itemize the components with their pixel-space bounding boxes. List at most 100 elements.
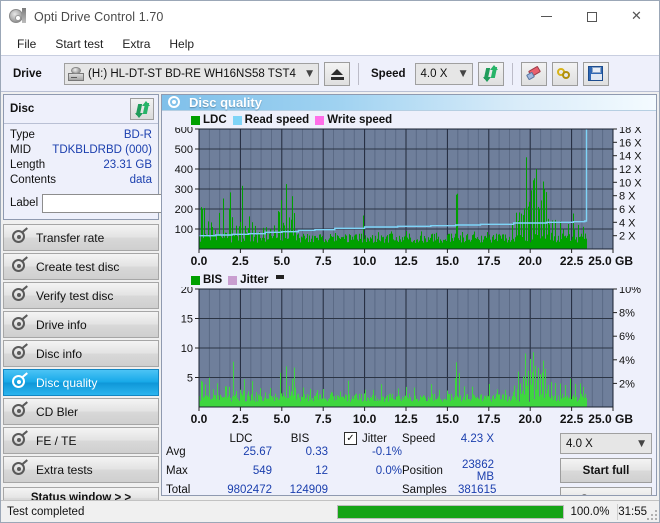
nav-list: Transfer rate Create test disc Verify te…: [3, 224, 159, 483]
sidebar-label: Drive info: [36, 317, 87, 332]
sidebar-item-fe-te[interactable]: FE / TE: [3, 427, 159, 454]
chain-icon: [556, 67, 573, 81]
toolbar-separator: [511, 62, 513, 85]
chain-button[interactable]: [551, 61, 578, 86]
toolbar-separator: [358, 62, 359, 85]
resize-grip[interactable]: [647, 510, 657, 520]
sidebar-label: Disc quality: [36, 375, 98, 390]
svg-text:2%: 2%: [619, 378, 635, 390]
svg-text:22.5: 22.5: [560, 254, 584, 268]
svg-text:4 X: 4 X: [619, 217, 636, 229]
sidebar-item-create-test-disc[interactable]: Create test disc: [3, 253, 159, 280]
status-bar: Test completed 100.0% 31:55: [1, 500, 659, 522]
stats-header-bis: BIS: [290, 432, 310, 445]
title-bar: Opti Drive Control 1.70 ✕: [1, 1, 659, 32]
svg-text:25.0 GB: 25.0 GB: [588, 412, 633, 426]
menu-item-file[interactable]: File: [8, 34, 45, 54]
chevron-down-icon: ▼: [459, 68, 467, 79]
svg-text:17.5: 17.5: [477, 254, 501, 268]
legend-swatch-bis: [191, 275, 200, 285]
toolbar: Drive (H:) HL-DT-ST BD-RE WH16NS58 TST4 …: [1, 55, 659, 92]
svg-text:2 X: 2 X: [619, 231, 636, 243]
disc-refresh-button[interactable]: [130, 98, 154, 120]
svg-text:0.0: 0.0: [191, 412, 208, 426]
stats-max-bis: 12: [315, 465, 328, 477]
svg-text:500: 500: [175, 144, 193, 156]
sidebar-item-transfer-rate[interactable]: Transfer rate: [3, 224, 159, 251]
maximize-button[interactable]: [569, 1, 614, 32]
svg-text:20.0: 20.0: [519, 254, 543, 268]
minimize-button[interactable]: [524, 1, 569, 32]
stats-avg-ldc: 25.67: [243, 446, 272, 458]
stats-max-jitter: 0.0%: [375, 465, 402, 477]
legend-item-jitter: Jitter: [228, 274, 268, 286]
disc-key-length: Length: [10, 159, 46, 171]
sidebar-item-drive-info[interactable]: Drive info: [3, 311, 159, 338]
test-speed-value: 4.0 X: [566, 437, 593, 450]
svg-text:14 X: 14 X: [619, 151, 642, 163]
sidebar-item-cd-bler[interactable]: CD Bler: [3, 398, 159, 425]
sidebar-item-disc-quality[interactable]: Disc quality: [3, 369, 159, 396]
main-panel: Disc quality LDC Read speed Write speed …: [161, 94, 657, 496]
disc-value-length: 23.31 GB: [103, 159, 152, 171]
stats-samples-value: 381615: [458, 484, 497, 496]
speed-select-value: 4.0 X: [420, 67, 448, 80]
start-full-button[interactable]: Start full: [560, 458, 652, 483]
close-button[interactable]: ✕: [614, 1, 659, 32]
svg-text:10.0: 10.0: [353, 412, 377, 426]
stats-position-value: 23862 MB: [462, 459, 494, 483]
svg-text:20: 20: [181, 287, 193, 296]
svg-text:0.0: 0.0: [191, 254, 208, 268]
progress-percent: 100.0%: [570, 505, 610, 518]
refresh-button[interactable]: [477, 61, 504, 86]
progress-bar: [336, 504, 564, 519]
menu-bar: File Start test Extra Help: [1, 32, 659, 55]
menu-item-help[interactable]: Help: [160, 34, 203, 54]
stats-speed-value: 4.23 X: [460, 432, 494, 445]
stats-speed-key: Speed: [402, 432, 436, 445]
svg-text:6%: 6%: [619, 331, 635, 343]
svg-text:400: 400: [175, 164, 193, 176]
drive-label: Drive: [13, 67, 42, 80]
disc-key-contents: Contents: [10, 174, 57, 186]
eject-button[interactable]: [324, 61, 350, 86]
svg-text:600: 600: [175, 127, 193, 136]
sidebar-item-extra-tests[interactable]: Extra tests: [3, 456, 159, 483]
test-speed-select[interactable]: 4.0 X ▼: [560, 433, 652, 454]
jitter-checkbox[interactable]: ✓: [344, 432, 357, 445]
stats-row-key-avg: Avg: [166, 446, 186, 458]
refresh-icon: [134, 100, 150, 118]
disc-test-icon: [12, 343, 28, 361]
bis-chart: 5 10 15 20 2% 4% 6% 8% 10% 0.0 2.5 5.0 7.5 10.0 12.5 15…: [165, 287, 653, 429]
disc-value-type: BD-R: [123, 129, 152, 141]
sidebar-item-disc-info[interactable]: Disc info: [3, 340, 159, 367]
save-button[interactable]: [582, 61, 609, 86]
chevron-down-icon: ▼: [638, 438, 645, 449]
erase-button[interactable]: [520, 61, 547, 86]
svg-text:10 X: 10 X: [619, 177, 642, 189]
eject-icon: [331, 68, 343, 75]
menu-item-start-test[interactable]: Start test: [46, 34, 112, 54]
window-title: Opti Drive Control 1.70: [34, 9, 164, 24]
sidebar-label: Disc info: [36, 346, 83, 361]
sidebar-label: Verify test disc: [36, 288, 114, 303]
disc-row-type: Type BD-R: [10, 128, 152, 143]
menu-item-extra[interactable]: Extra: [113, 34, 159, 54]
sidebar-label: Extra tests: [36, 462, 93, 477]
svg-text:5.0: 5.0: [273, 254, 290, 268]
disc-test-icon: [12, 227, 28, 245]
refresh-icon: [483, 65, 499, 82]
svg-text:10.0: 10.0: [353, 254, 377, 268]
disc-value-mid: TDKBLDRBD (000): [52, 144, 152, 156]
svg-text:15.0: 15.0: [436, 412, 460, 426]
start-part-button[interactable]: Start part: [560, 487, 652, 495]
progress-bar-fill: [337, 505, 563, 518]
sidebar-item-verify-test-disc[interactable]: Verify test disc: [3, 282, 159, 309]
svg-text:7.5: 7.5: [315, 412, 332, 426]
drive-select[interactable]: (H:) HL-DT-ST BD-RE WH16NS58 TST4 ▼: [64, 62, 319, 85]
legend-item-ldc: LDC: [191, 114, 227, 126]
disc-label-key: Label: [10, 197, 39, 209]
speed-select[interactable]: 4.0 X ▼: [414, 62, 473, 85]
svg-text:20.0: 20.0: [519, 412, 543, 426]
eraser-icon: [525, 65, 542, 81]
